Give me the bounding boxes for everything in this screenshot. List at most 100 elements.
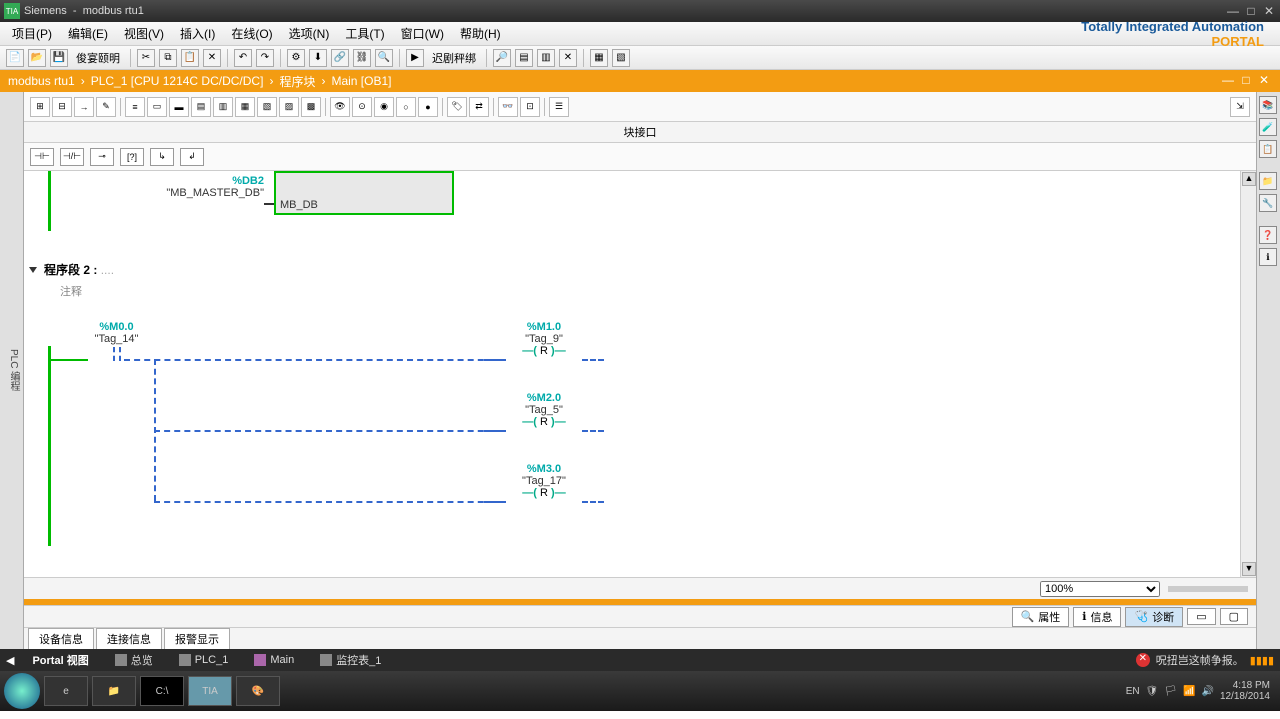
split-v-icon[interactable]: ▥ bbox=[537, 49, 555, 67]
paste-icon[interactable]: 📋 bbox=[181, 49, 199, 67]
rail-instructions-icon[interactable]: 📚 bbox=[1259, 96, 1277, 114]
no-contact-icon[interactable]: ⊣⊢ bbox=[30, 148, 54, 166]
maximize-button[interactable]: □ bbox=[1244, 4, 1258, 18]
format6-icon[interactable]: ▧ bbox=[257, 97, 277, 117]
contact-tag14[interactable]: %M0.0 "Tag_14" bbox=[84, 321, 149, 362]
menu-view[interactable]: 视图(V) bbox=[118, 23, 170, 44]
ref-icon[interactable]: ⇄ bbox=[469, 97, 489, 117]
taskbar-tia-icon[interactable]: TIA bbox=[188, 676, 232, 706]
info-button[interactable]: ℹ信息 bbox=[1073, 607, 1121, 627]
compile-icon[interactable]: ⚙ bbox=[287, 49, 305, 67]
delete-icon[interactable]: ✕ bbox=[203, 49, 221, 67]
tray-volume-icon[interactable]: 🔊 bbox=[1201, 686, 1213, 697]
tray-date[interactable]: 12/18/2014 bbox=[1220, 691, 1270, 702]
format1-icon[interactable]: ▭ bbox=[147, 97, 167, 117]
menu-project[interactable]: 项目(P) bbox=[6, 23, 58, 44]
branch-open-icon[interactable]: ↳ bbox=[150, 148, 174, 166]
go-offline-icon[interactable]: ⛓ bbox=[353, 49, 371, 67]
tray-shield-icon[interactable]: 🛡 bbox=[1146, 686, 1159, 697]
open-icon[interactable]: 📂 bbox=[28, 49, 46, 67]
portal-plc-tab[interactable]: PLC_1 bbox=[171, 652, 237, 668]
zoom-slider[interactable] bbox=[1168, 586, 1248, 592]
properties-button[interactable]: 🔍属性 bbox=[1012, 607, 1070, 627]
extra-icon[interactable]: ☰ bbox=[549, 97, 569, 117]
portal-overview-tab[interactable]: 总览 bbox=[107, 650, 161, 670]
monitor5-icon[interactable]: ● bbox=[418, 97, 438, 117]
toolbar-text-1[interactable]: 俊宴颐明 bbox=[72, 50, 124, 66]
view1-icon[interactable]: ▦ bbox=[590, 49, 608, 67]
save-icon[interactable]: 💾 bbox=[50, 49, 68, 67]
tab-alarm-display[interactable]: 报警显示 bbox=[164, 628, 230, 649]
glasses-icon[interactable]: 👓 bbox=[498, 97, 518, 117]
expand-panel-icon[interactable]: ⇲ bbox=[1230, 97, 1250, 117]
breadcrumb-1[interactable]: modbus rtu1 bbox=[8, 74, 75, 88]
menu-tools[interactable]: 工具(T) bbox=[339, 23, 390, 44]
panel-max-icon[interactable]: ▢ bbox=[1220, 608, 1248, 625]
coil-icon[interactable]: ⊸ bbox=[90, 148, 114, 166]
minimize-button[interactable]: — bbox=[1226, 4, 1240, 18]
editor-maximize-icon[interactable]: □ bbox=[1238, 73, 1254, 89]
editor-close-icon[interactable]: ✕ bbox=[1256, 73, 1272, 89]
go-online-icon[interactable]: 🔗 bbox=[331, 49, 349, 67]
scroll-down-icon[interactable]: ▼ bbox=[1242, 562, 1256, 576]
tab-connection-info[interactable]: 连接信息 bbox=[96, 628, 162, 649]
taskbar-cmd-icon[interactable]: C:\ bbox=[140, 676, 184, 706]
tab-device-info[interactable]: 设备信息 bbox=[28, 628, 94, 649]
close-editor-icon[interactable]: ✕ bbox=[559, 49, 577, 67]
box-icon[interactable]: [?] bbox=[120, 148, 144, 166]
goto-icon[interactable]: → bbox=[74, 97, 94, 117]
tag-icon[interactable]: 🏷 bbox=[447, 97, 467, 117]
function-block[interactable]: MB_DB bbox=[274, 171, 454, 215]
rail-tasks-icon[interactable]: 📋 bbox=[1259, 140, 1277, 158]
branch-close-icon[interactable]: ↲ bbox=[180, 148, 204, 166]
portal-view-button[interactable]: Portal 视图 bbox=[24, 650, 96, 670]
split-h-icon[interactable]: ▤ bbox=[515, 49, 533, 67]
breadcrumb-4[interactable]: Main [OB1] bbox=[331, 74, 391, 88]
coil-tag9[interactable]: %M1.0 "Tag_9" —( R )— bbox=[504, 321, 584, 357]
monitor4-icon[interactable]: ○ bbox=[396, 97, 416, 117]
left-rail-label[interactable]: PLC 编程 bbox=[0, 92, 24, 649]
rail-help-icon[interactable]: ❓ bbox=[1259, 226, 1277, 244]
insert-network-icon[interactable]: ⊞ bbox=[30, 97, 50, 117]
redo-icon[interactable]: ↷ bbox=[256, 49, 274, 67]
new-project-icon[interactable]: 📄 bbox=[6, 49, 24, 67]
delete-network-icon[interactable]: ⊟ bbox=[52, 97, 72, 117]
coil-tag5[interactable]: %M2.0 "Tag_5" —( R )— bbox=[504, 392, 584, 428]
menu-options[interactable]: 选项(N) bbox=[283, 23, 336, 44]
rail-info-icon[interactable]: ℹ bbox=[1259, 248, 1277, 266]
network-collapse-icon[interactable] bbox=[29, 267, 37, 273]
format3-icon[interactable]: ▤ bbox=[191, 97, 211, 117]
portal-main-tab[interactable]: Main bbox=[246, 652, 302, 668]
error-icon[interactable]: ✕ bbox=[1136, 653, 1150, 667]
copy-icon[interactable]: ⧉ bbox=[159, 49, 177, 67]
menu-help[interactable]: 帮助(H) bbox=[454, 23, 507, 44]
comment-icon[interactable]: ✎ bbox=[96, 97, 116, 117]
format8-icon[interactable]: ▩ bbox=[301, 97, 321, 117]
cut-icon[interactable]: ✂ bbox=[137, 49, 155, 67]
panel-min-icon[interactable]: ▭ bbox=[1187, 608, 1215, 625]
rail-libraries-icon[interactable]: 📁 bbox=[1259, 172, 1277, 190]
rail-tools-icon[interactable]: 🔧 bbox=[1259, 194, 1277, 212]
breadcrumb-3[interactable]: 程序块 bbox=[279, 73, 315, 90]
align-icon[interactable]: ≡ bbox=[125, 97, 145, 117]
monitor-icon[interactable]: 👁 bbox=[330, 97, 350, 117]
menu-window[interactable]: 窗口(W) bbox=[395, 23, 450, 44]
menu-online[interactable]: 在线(O) bbox=[225, 23, 278, 44]
toolbar-text-2[interactable]: 迟剧秤绑 bbox=[428, 50, 480, 66]
menu-insert[interactable]: 插入(I) bbox=[174, 23, 221, 44]
tray-flag-icon[interactable]: 🏳 bbox=[1164, 686, 1177, 697]
scroll-up-icon[interactable]: ▲ bbox=[1242, 172, 1256, 186]
portal-watch-tab[interactable]: 监控表_1 bbox=[312, 650, 389, 670]
editor-minimize-icon[interactable]: — bbox=[1220, 73, 1236, 89]
network-comment[interactable]: 注释 bbox=[60, 283, 82, 299]
taskbar-paint-icon[interactable]: 🎨 bbox=[236, 676, 280, 706]
format7-icon[interactable]: ▨ bbox=[279, 97, 299, 117]
breadcrumb-2[interactable]: PLC_1 [CPU 1214C DC/DC/DC] bbox=[91, 74, 264, 88]
close-button[interactable]: ✕ bbox=[1262, 4, 1276, 18]
diagnostics-button[interactable]: 🩺诊断 bbox=[1125, 607, 1183, 627]
menu-edit[interactable]: 编辑(E) bbox=[62, 23, 114, 44]
monitor3-icon[interactable]: ◉ bbox=[374, 97, 394, 117]
tray-network-icon[interactable]: 📶 bbox=[1183, 686, 1195, 697]
ladder-canvas[interactable]: %DB2 "MB_MASTER_DB" MB_DB 程序段 2 : .... 注… bbox=[24, 171, 1256, 577]
undo-icon[interactable]: ↶ bbox=[234, 49, 252, 67]
